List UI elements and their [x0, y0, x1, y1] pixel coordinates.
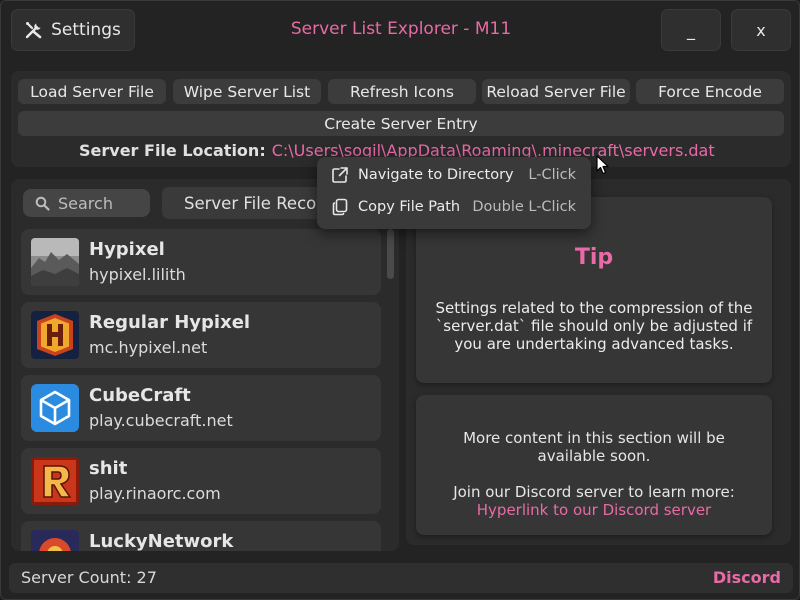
load-server-file-button[interactable]: Load Server File — [18, 79, 166, 104]
server-name: shit — [89, 458, 128, 479]
server-address: hypixel.lilith — [89, 265, 186, 284]
tools-icon — [25, 22, 42, 39]
server-list-item[interactable]: CubeCraft play.cubecraft.net — [21, 375, 381, 441]
info-panel: Tip Settings related to the compression … — [406, 179, 791, 545]
menu-item-label: Copy File Path — [358, 199, 461, 215]
server-list-item[interactable]: Regular Hypixel mc.hypixel.net — [21, 302, 381, 368]
server-list-item[interactable]: shit play.rinaorc.com — [21, 448, 381, 514]
server-address: play.cubecraft.net — [89, 411, 233, 430]
mouse-cursor-icon — [596, 155, 609, 175]
server-name: Regular Hypixel — [89, 312, 251, 333]
server-name: LuckyNetwork — [89, 531, 234, 551]
tip-title: Tip — [574, 245, 614, 270]
info-card: More content in this section will be ava… — [416, 395, 772, 535]
external-link-icon — [332, 167, 348, 183]
server-count: Server Count: 27 — [21, 568, 157, 587]
server-list-scrollbar[interactable] — [387, 229, 394, 279]
menu-item-copy-file-path[interactable]: Copy File Path Double L-Click — [317, 191, 591, 223]
cube-icon — [31, 384, 79, 432]
discord-link[interactable]: Discord — [713, 568, 781, 587]
menu-item-shortcut: L-Click — [528, 167, 576, 183]
landscape-icon — [31, 238, 79, 286]
search-input[interactable] — [58, 193, 138, 213]
menu-item-navigate-to-directory[interactable]: Navigate to Directory L-Click — [317, 159, 591, 191]
copy-icon — [332, 198, 348, 216]
close-button[interactable]: x — [731, 9, 791, 51]
settings-button[interactable]: Settings — [11, 9, 135, 51]
join-discord-text: Join our Discord server to learn more: — [453, 483, 735, 501]
location-label: Server File Location: — [79, 141, 266, 160]
search-box[interactable] — [23, 189, 150, 217]
refresh-icons-button[interactable]: Refresh Icons — [328, 79, 476, 104]
reload-server-file-button[interactable]: Reload Server File — [482, 79, 630, 104]
server-list-item[interactable]: LuckyNetwork — [21, 521, 381, 551]
coming-soon-text: More content in this section will be ava… — [463, 429, 725, 465]
menu-item-label: Navigate to Directory — [358, 167, 514, 183]
server-address: mc.hypixel.net — [89, 338, 208, 357]
window-title: Server List Explorer - M11 — [290, 19, 512, 39]
settings-label: Settings — [51, 20, 121, 40]
minimize-button[interactable]: _ — [661, 9, 721, 51]
toolbar-panel: Load Server File Wipe Server List Refres… — [11, 71, 791, 167]
menu-item-shortcut: Double L-Click — [472, 199, 576, 215]
context-menu: Navigate to Directory L-Click Copy File … — [317, 157, 591, 229]
app-window: Settings Server List Explorer - M11 _ x … — [0, 0, 800, 600]
hypixel-h-icon — [31, 311, 79, 359]
tip-text: Settings related to the compression of t… — [435, 299, 753, 353]
rinaorc-r-icon — [31, 457, 79, 505]
server-file-recovery-button[interactable]: Server File Recovery — [162, 187, 342, 219]
server-address: play.rinaorc.com — [89, 484, 221, 503]
server-list: Hypixel hypixel.lilith Regular Hypixel m… — [21, 229, 381, 551]
create-server-entry-button[interactable]: Create Server Entry — [18, 111, 784, 136]
search-icon — [35, 196, 50, 211]
server-list-item[interactable]: Hypixel hypixel.lilith — [21, 229, 381, 295]
server-name: CubeCraft — [89, 385, 191, 406]
server-list-panel: Server File Recovery Hypixel hypixel.lil… — [11, 179, 399, 551]
wipe-server-list-button[interactable]: Wipe Server List — [173, 79, 321, 104]
lucky-icon — [31, 530, 79, 551]
force-encode-button[interactable]: Force Encode — [636, 79, 784, 104]
server-name: Hypixel — [89, 239, 165, 260]
status-bar: Server Count: 27 Discord — [9, 563, 793, 593]
discord-hyperlink[interactable]: Hyperlink to our Discord server — [416, 501, 772, 519]
